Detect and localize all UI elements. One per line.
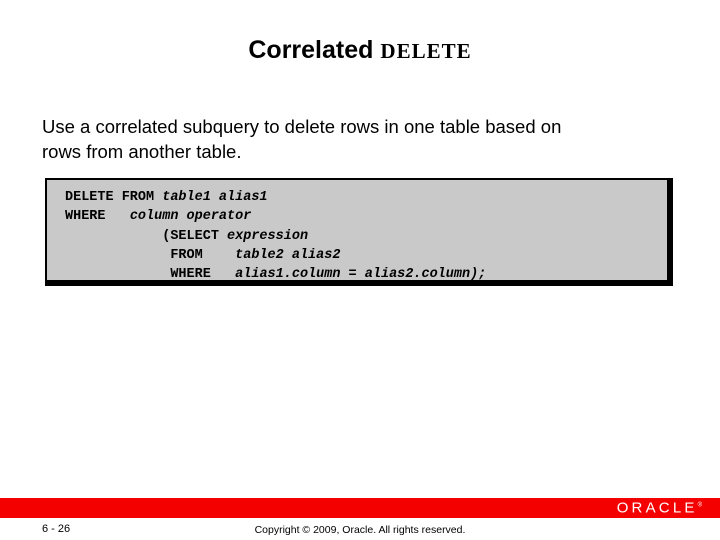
body-paragraph-line-1: Use a correlated subquery to delete rows… [42,116,562,137]
body-paragraph-line-2: rows from another table. [42,141,242,162]
page-title-main: Correlated [248,36,374,64]
copyright-notice: Copyright © 2009, Oracle. All rights res… [254,524,466,536]
code-line: DELETE FROM table1 alias1 [65,188,667,207]
code-keyword: WHERE [65,209,130,225]
body-paragraph: Use a correlated subquery to delete rows… [42,114,682,164]
code-keyword: DELETE FROM [65,190,163,205]
footer-bar: ORACLE® [0,498,720,518]
code-placeholder: table2 alias2 [235,247,341,263]
code-keyword: (SELECT [65,228,228,244]
slide-canvas: { "slide": { "title": { "main": "Correla… [0,0,720,540]
code-line: FROM table2 alias2 [65,246,667,265]
oracle-logo-text: ORACLE [616,499,698,517]
registered-trademark-icon: ® [697,502,702,509]
code-line: WHERE column operator [65,207,667,226]
code-keyword: WHERE [65,267,236,283]
sql-syntax-block: DELETE FROM table1 alias1 WHERE column o… [45,178,673,286]
page-title-keyword: DELETE [380,39,472,63]
code-line: WHERE alias1.column = alias2.column); [65,265,667,284]
code-placeholder: table1 alias1 [162,190,268,205]
code-placeholder: column operator [129,209,252,225]
code-placeholder: expression [227,228,309,244]
code-line: (SELECT expression [65,227,667,246]
code-placeholder: alias1.column = alias2.column); [235,267,487,283]
page-title: Correlated DELETE [0,36,720,65]
code-keyword: FROM [65,247,236,263]
oracle-logo: ORACLE® [617,501,702,516]
